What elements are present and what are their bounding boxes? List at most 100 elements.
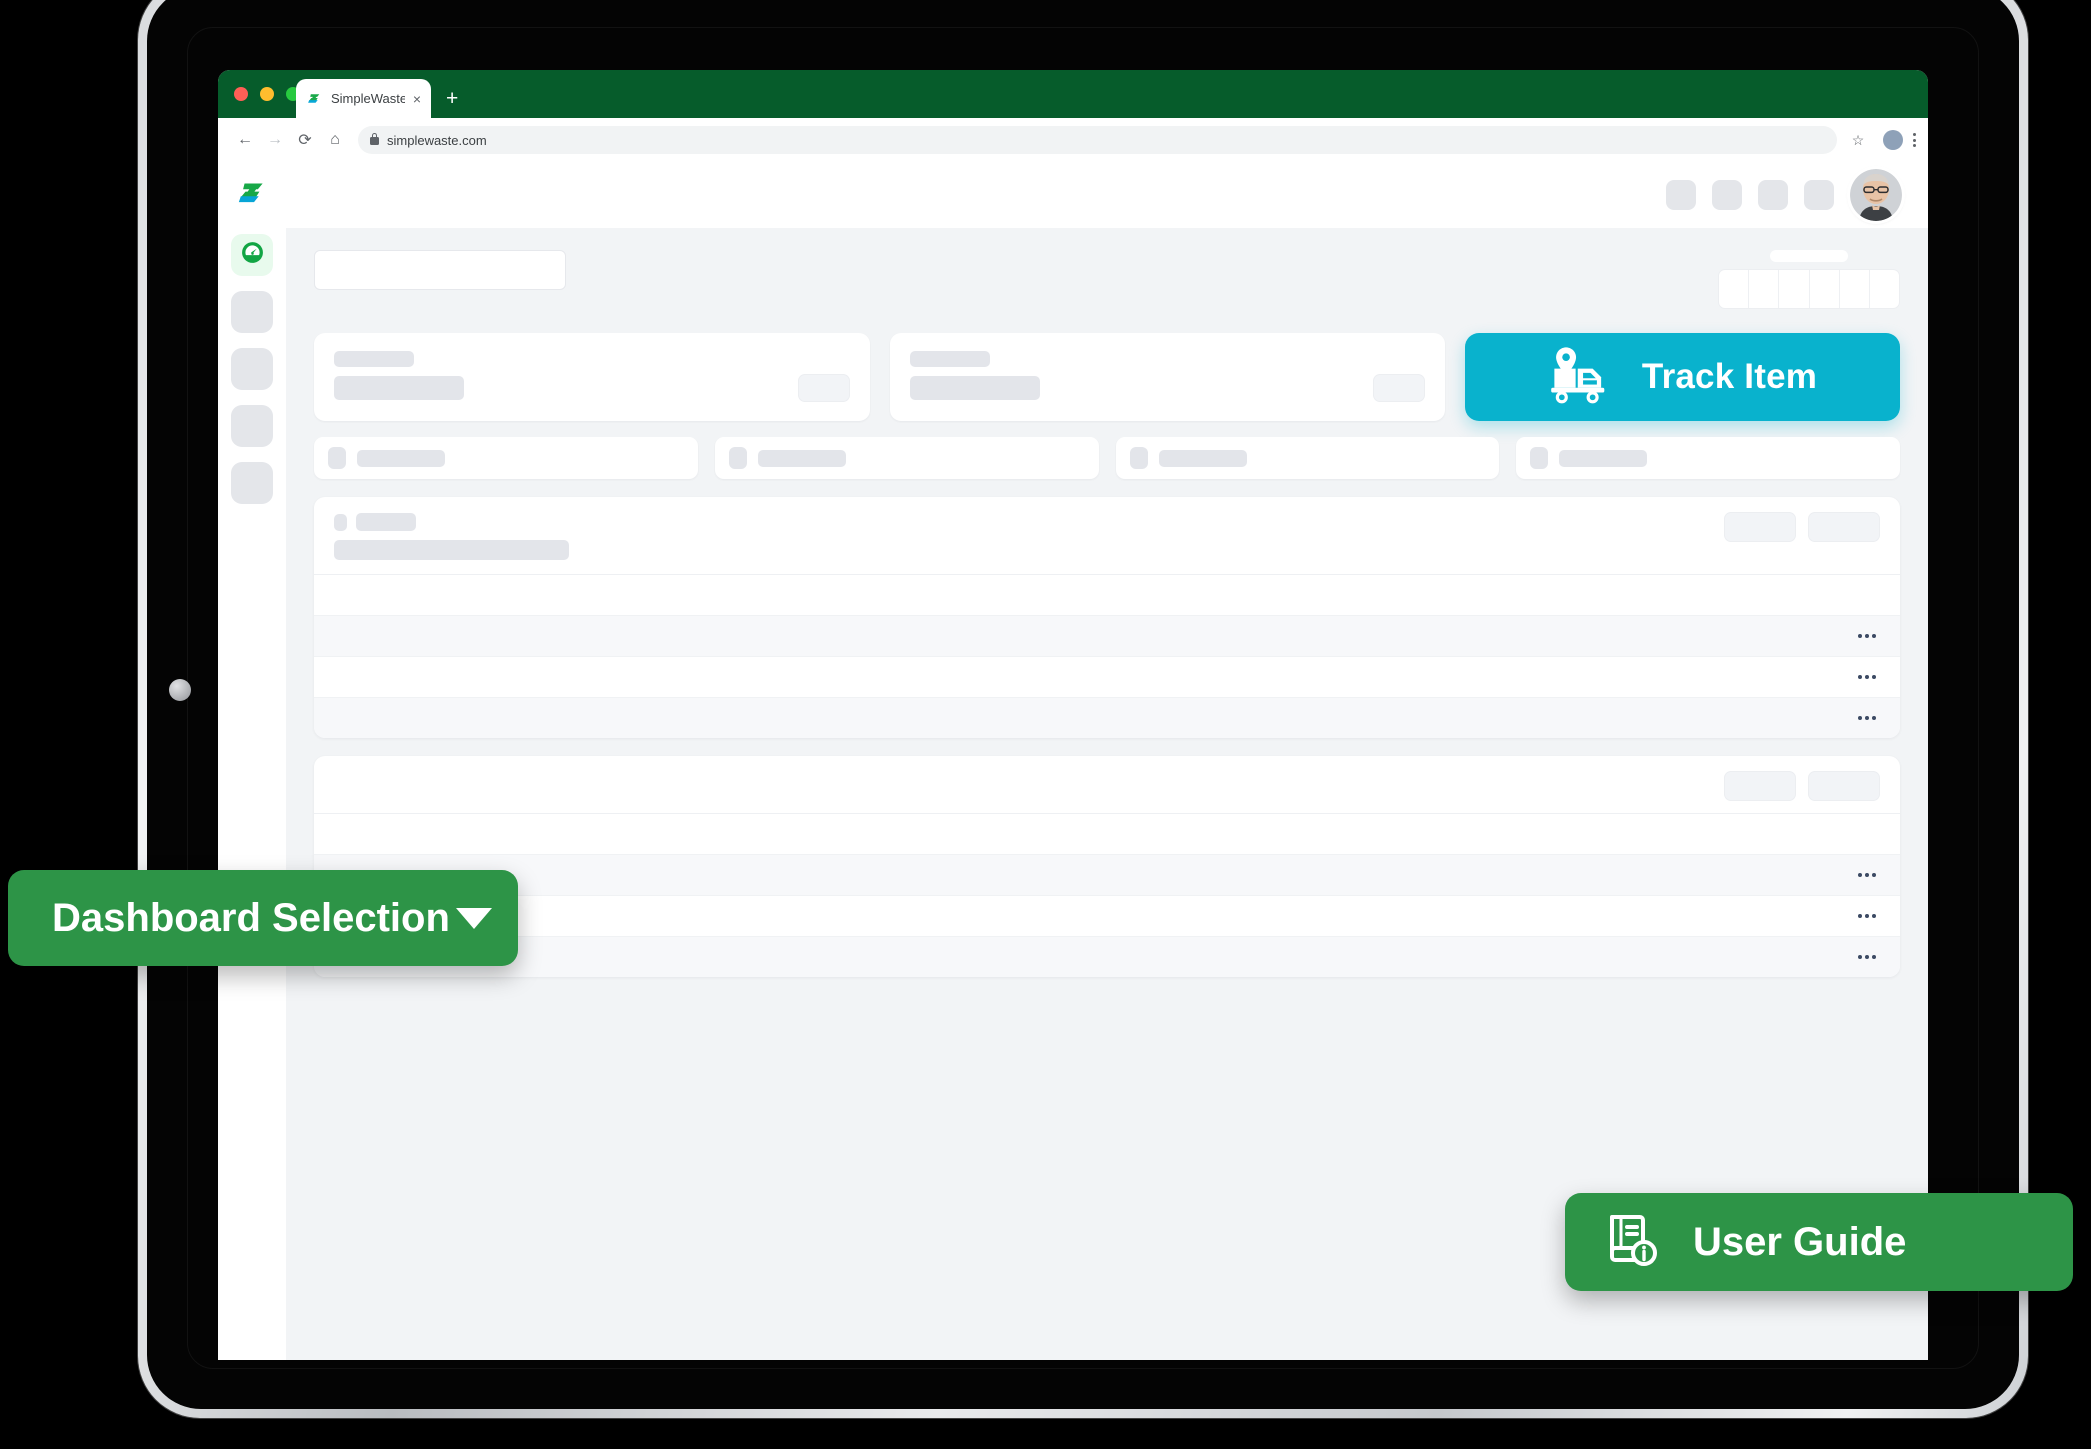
app-topbar bbox=[286, 162, 1928, 228]
stat-label-placeholder bbox=[1559, 449, 1648, 467]
table-row[interactable] bbox=[314, 657, 1900, 698]
topbar-action-4[interactable] bbox=[1804, 180, 1834, 210]
window-traffic-lights[interactable] bbox=[234, 87, 300, 101]
avatar[interactable] bbox=[1850, 169, 1902, 221]
stat-icon-placeholder bbox=[1530, 447, 1549, 469]
simplewaste-favicon-icon bbox=[306, 90, 323, 107]
app-content: Track Item bbox=[286, 162, 1928, 1360]
range-segment-4[interactable] bbox=[1810, 270, 1840, 308]
chevron-down-icon bbox=[456, 907, 492, 929]
summary-card-1[interactable] bbox=[314, 333, 870, 421]
range-segment-1[interactable] bbox=[1719, 270, 1750, 308]
date-range-segmented-control[interactable] bbox=[1718, 269, 1900, 309]
summary-cards-row: Track Item bbox=[314, 333, 1900, 421]
track-item-button[interactable]: Track Item bbox=[1465, 333, 1900, 421]
table-row[interactable] bbox=[314, 855, 1900, 896]
table-row[interactable] bbox=[314, 937, 1900, 977]
screenshot-stage: SimpleWaste × + ← → ⟳ ⌂ simplewaste.com … bbox=[0, 0, 2091, 1449]
close-window-button[interactable] bbox=[234, 87, 248, 101]
panel-header-actions bbox=[1724, 771, 1880, 801]
ellipsis-icon[interactable] bbox=[1858, 914, 1876, 918]
new-tab-button[interactable]: + bbox=[446, 88, 458, 109]
date-range-label-placeholder bbox=[1770, 250, 1848, 262]
table-row[interactable] bbox=[314, 616, 1900, 657]
panel-header bbox=[314, 756, 1900, 814]
topbar-action-1[interactable] bbox=[1666, 180, 1696, 210]
topbar-action-3[interactable] bbox=[1758, 180, 1788, 210]
minimize-window-button[interactable] bbox=[260, 87, 274, 101]
stat-chips-row bbox=[314, 437, 1900, 479]
panel-icon-placeholder bbox=[334, 513, 347, 531]
range-segment-2[interactable] bbox=[1749, 270, 1780, 308]
tab-close-icon[interactable]: × bbox=[413, 92, 421, 106]
panel-action-button-2[interactable] bbox=[1808, 771, 1880, 801]
table-row[interactable] bbox=[314, 698, 1900, 738]
ellipsis-icon[interactable] bbox=[1858, 675, 1876, 679]
kebab-menu-icon[interactable] bbox=[1913, 133, 1916, 147]
browser-profile-icon[interactable] bbox=[1883, 130, 1903, 150]
panel-action-button-1[interactable] bbox=[1724, 771, 1796, 801]
card-title-placeholder bbox=[334, 351, 414, 367]
user-guide-label: User Guide bbox=[1693, 1219, 1907, 1264]
panel-action-button-1[interactable] bbox=[1724, 512, 1796, 542]
summary-card-2[interactable] bbox=[889, 333, 1445, 421]
range-segment-3[interactable] bbox=[1779, 270, 1810, 308]
topbar-action-2[interactable] bbox=[1712, 180, 1742, 210]
browser-toolbar: ← → ⟳ ⌂ simplewaste.com ☆ bbox=[218, 118, 1928, 163]
dashboard-main: Track Item bbox=[286, 228, 1928, 1360]
sidebar bbox=[218, 162, 286, 1360]
stat-icon-placeholder bbox=[1129, 447, 1148, 469]
range-segment-5[interactable] bbox=[1840, 270, 1870, 308]
card-action-button[interactable] bbox=[1373, 374, 1425, 402]
stat-label-placeholder bbox=[357, 449, 445, 467]
book-info-icon bbox=[1599, 1208, 1663, 1277]
card-action-button[interactable] bbox=[797, 374, 850, 402]
sidebar-item-placeholder-4[interactable] bbox=[231, 462, 273, 504]
back-arrow-icon[interactable]: ← bbox=[230, 125, 260, 155]
dashboard-controls-row bbox=[314, 250, 1900, 309]
dashboard-selection-label: Dashboard Selection bbox=[52, 895, 450, 940]
stat-label-placeholder bbox=[757, 449, 846, 467]
sidebar-item-placeholder-3[interactable] bbox=[231, 405, 273, 447]
front-camera-icon bbox=[169, 679, 191, 701]
star-icon[interactable]: ☆ bbox=[1843, 125, 1873, 155]
stat-label-placeholder bbox=[1158, 449, 1247, 467]
ellipsis-icon[interactable] bbox=[1858, 716, 1876, 720]
ellipsis-icon[interactable] bbox=[1858, 873, 1876, 877]
browser-tab-title: SimpleWaste bbox=[331, 91, 405, 106]
truck-location-icon bbox=[1548, 345, 1616, 410]
stat-chip-2[interactable] bbox=[714, 437, 1099, 479]
browser-tab[interactable]: SimpleWaste × bbox=[296, 79, 431, 118]
app-shell: Track Item bbox=[218, 162, 1928, 1360]
dashboard-selection-callout[interactable]: Dashboard Selection bbox=[8, 870, 518, 966]
sidebar-item-dashboard[interactable] bbox=[231, 234, 273, 276]
card-title-placeholder bbox=[909, 351, 990, 367]
home-icon[interactable]: ⌂ bbox=[320, 125, 350, 155]
data-panel-2 bbox=[314, 756, 1900, 977]
table-row[interactable] bbox=[314, 575, 1900, 616]
simplewaste-logo[interactable] bbox=[235, 176, 269, 210]
panel-header bbox=[314, 497, 1900, 575]
stat-chip-3[interactable] bbox=[1115, 437, 1500, 479]
ellipsis-icon[interactable] bbox=[1858, 634, 1876, 638]
sidebar-item-placeholder-1[interactable] bbox=[231, 291, 273, 333]
range-segment-6[interactable] bbox=[1870, 270, 1899, 308]
stat-chip-1[interactable] bbox=[314, 437, 698, 479]
data-panel-1 bbox=[314, 497, 1900, 738]
panel-header-actions bbox=[1724, 512, 1880, 542]
ellipsis-icon[interactable] bbox=[1858, 955, 1876, 959]
table-row[interactable] bbox=[314, 896, 1900, 937]
user-guide-callout[interactable]: User Guide bbox=[1565, 1193, 2073, 1291]
sidebar-item-placeholder-2[interactable] bbox=[231, 348, 273, 390]
gauge-icon bbox=[240, 240, 265, 270]
forward-arrow-icon[interactable]: → bbox=[260, 125, 290, 155]
panel-title-placeholder bbox=[356, 513, 416, 531]
browser-tab-strip: SimpleWaste × + bbox=[218, 70, 1928, 118]
dashboard-selector-input[interactable] bbox=[314, 250, 566, 290]
reload-icon[interactable]: ⟳ bbox=[290, 125, 320, 155]
table-row[interactable] bbox=[314, 814, 1900, 855]
stat-chip-4[interactable] bbox=[1516, 437, 1900, 479]
panel-action-button-2[interactable] bbox=[1808, 512, 1880, 542]
address-bar[interactable]: simplewaste.com bbox=[358, 126, 1837, 154]
card-value-placeholder bbox=[909, 376, 1040, 400]
